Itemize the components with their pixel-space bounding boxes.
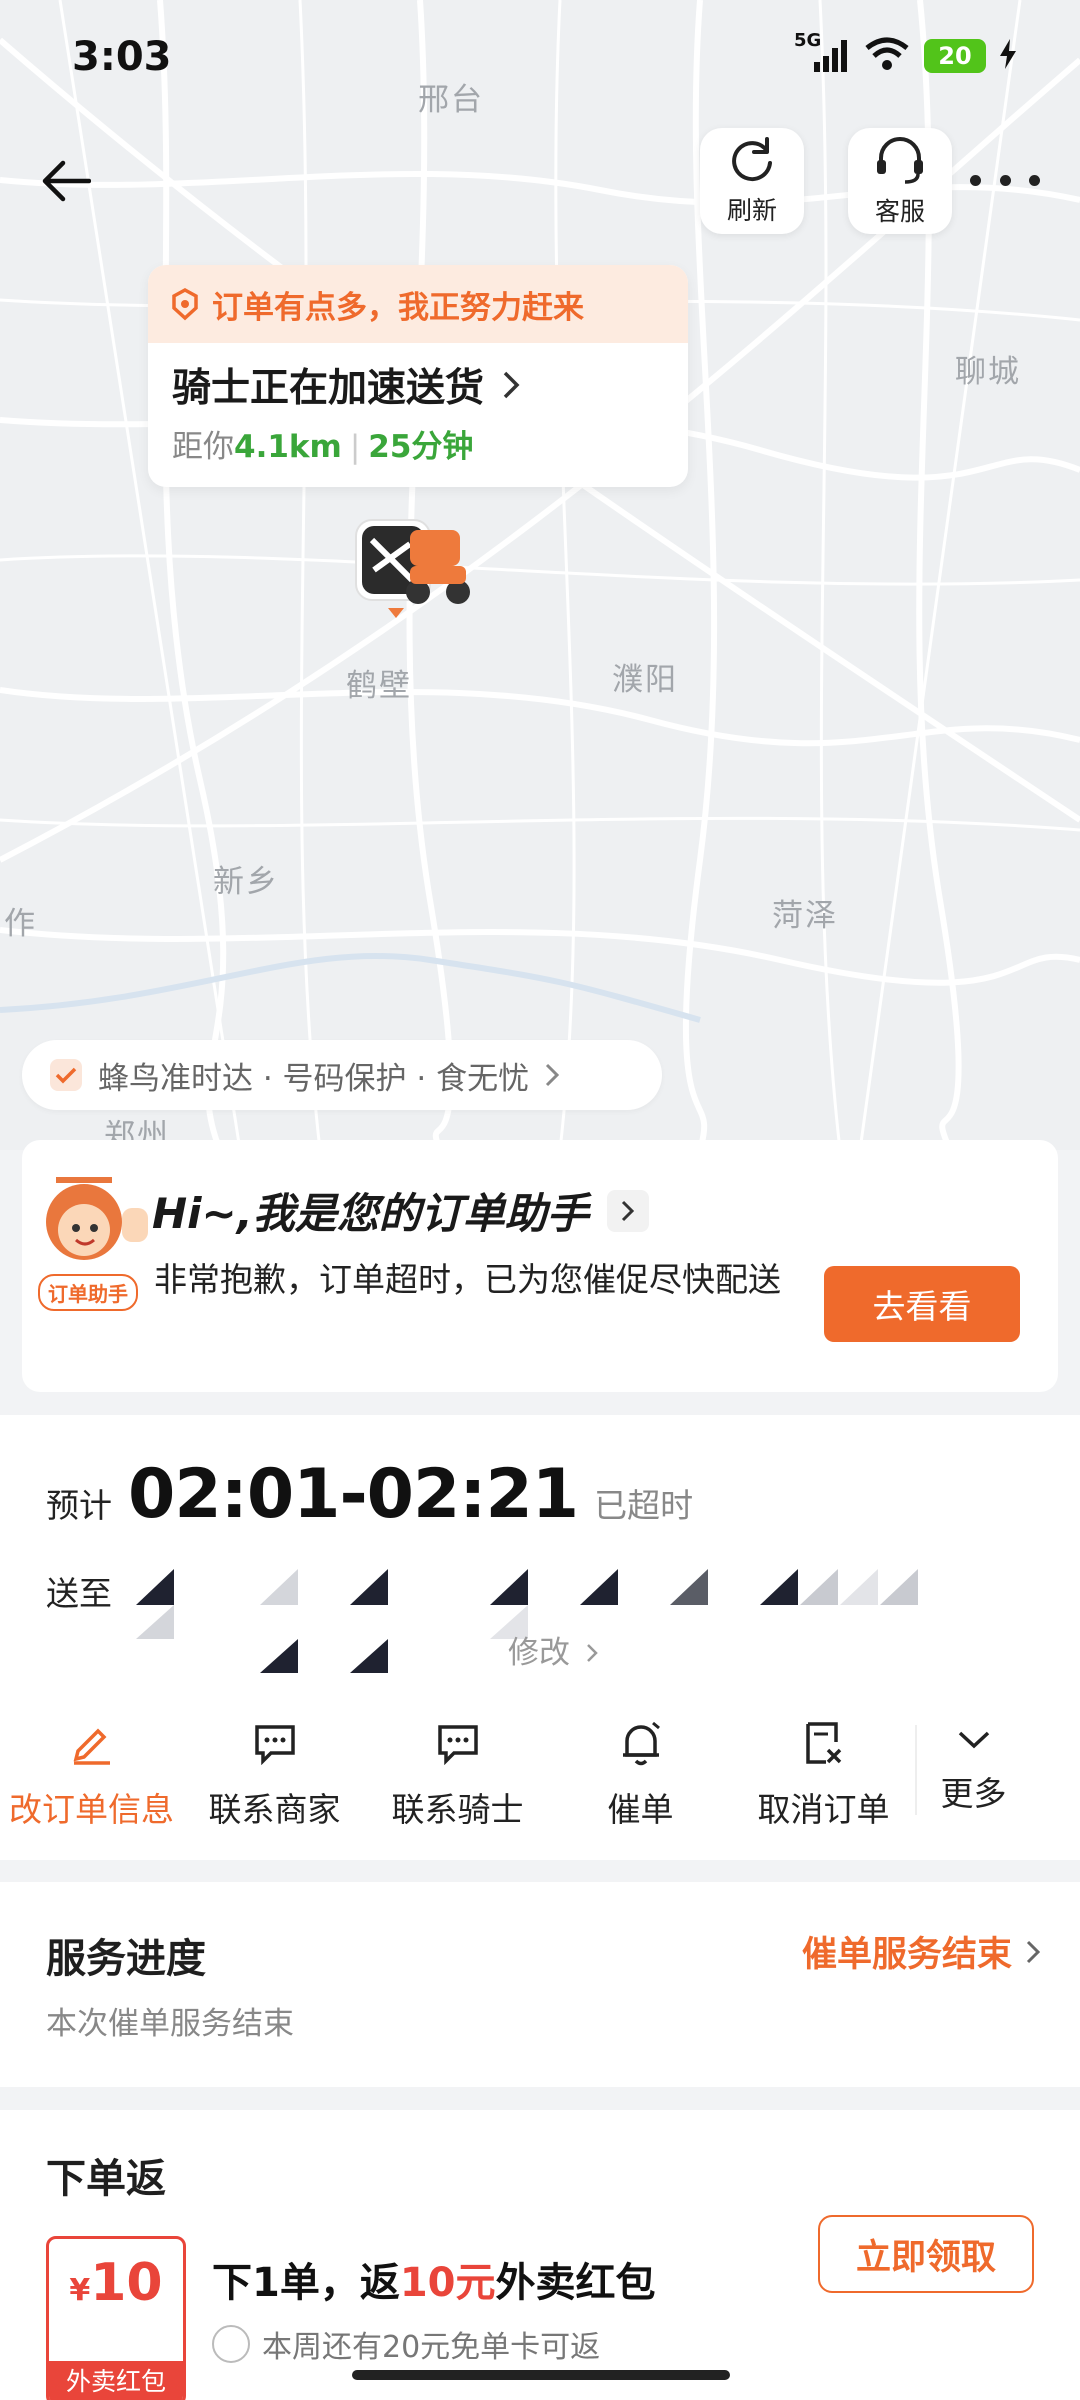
city-label: 作	[4, 906, 37, 942]
service-title: 服务进度	[46, 1936, 206, 1982]
rider-banner-text: 订单有点多，我正努力赶来	[212, 289, 584, 326]
more-actions-button[interactable]: 更多	[915, 1725, 1030, 1815]
chevron-right-icon	[1026, 1940, 1040, 1963]
urge-order-label: 催单	[607, 1790, 674, 1829]
assistant-message: 非常抱歉，订单超时，已为您催促尽快配送	[154, 1260, 781, 1299]
late-status: 已超时	[594, 1486, 694, 1525]
assistant-badge: 订单助手	[38, 1274, 138, 1311]
coupon-amount: ¥10	[49, 2253, 183, 2313]
city-label: 菏泽	[772, 898, 838, 934]
distance-value: 4.1km	[234, 429, 342, 465]
urge-order-button[interactable]: 催单	[549, 1715, 732, 1845]
reward-note[interactable]: 本周还有20元免单卡可返	[212, 2322, 600, 2366]
headset-icon	[877, 137, 923, 184]
contact-rider-label: 联系骑士	[391, 1790, 524, 1829]
more-options-button[interactable]	[970, 160, 1040, 200]
rider-marker[interactable]	[352, 500, 480, 628]
chat-icon	[437, 1725, 478, 1765]
contact-rider-button[interactable]: 联系骑士	[366, 1715, 549, 1845]
rider-distance: 距你4.1km | 25分钟	[172, 421, 473, 466]
arrow-left-icon	[42, 160, 91, 202]
coupon-label: 外卖红包	[49, 2361, 183, 2400]
refresh-icon	[732, 137, 772, 182]
checkmark-icon	[50, 1059, 82, 1091]
coupon-currency: ¥	[69, 2273, 91, 2308]
status-bar: 3:03 5G 20	[0, 0, 1080, 110]
customer-service-button[interactable]: 客服	[848, 128, 952, 234]
reward-suffix: 外卖红包	[495, 2260, 656, 2306]
cancel-order-label: 取消订单	[757, 1790, 890, 1829]
badge-icon	[172, 288, 198, 321]
eta-minutes: 25分钟	[368, 429, 474, 465]
order-actions: 改订单信息 联系商家 联系骑士 催单 取消订单 更多	[0, 1715, 1080, 1845]
rider-status-card[interactable]: 订单有点多，我正努力赶来 骑士正在加速送货 距你4.1km | 25分钟	[148, 265, 688, 487]
service-subtitle: 本次催单服务结束	[46, 2006, 294, 2042]
chevron-right-icon	[503, 371, 520, 399]
claim-button[interactable]: 立即领取	[818, 2215, 1034, 2293]
coupon-value: 10	[90, 2253, 163, 2313]
battery-icon: 20	[924, 39, 986, 73]
chevron-right-icon	[546, 1063, 560, 1087]
cancel-document-icon	[805, 1722, 841, 1764]
reward-prefix: 下1单，返	[212, 2260, 400, 2306]
eta-label: 预计	[46, 1486, 112, 1525]
delivery-eta: 预计 02:01-02:21 已超时	[46, 1455, 693, 1534]
more-actions-label: 更多	[940, 1774, 1007, 1813]
rider-title: 骑士正在加速送货	[172, 357, 520, 413]
cellular-icon: 5G	[794, 30, 850, 76]
edit-order-label: 改订单信息	[9, 1790, 174, 1829]
coupon-card: ¥10 外卖红包	[46, 2236, 186, 2400]
contact-merchant-label: 联系商家	[208, 1790, 341, 1829]
service-status-text: 催单服务结束	[801, 1935, 1012, 1975]
rider-title-text: 骑士正在加速送货	[172, 366, 485, 411]
reward-amount: 10元	[399, 2260, 496, 2306]
eta-range: 02:01-02:21	[128, 1455, 579, 1534]
edit-address-link[interactable]: 修改	[508, 1627, 598, 1672]
rider-banner: 订单有点多，我正努力赶来	[148, 265, 688, 343]
home-indicator[interactable]	[352, 2370, 730, 2380]
rider-avatar-icon	[355, 519, 470, 618]
back-button[interactable]	[30, 145, 102, 217]
status-icons: 5G 20	[794, 30, 1016, 76]
assistant-title[interactable]: Hi~,我是您的订单助手	[152, 1180, 649, 1241]
reward-note-text: 本周还有20元免单卡可返	[262, 2330, 601, 2365]
reward-headline: 下1单，返10元外卖红包	[212, 2250, 656, 2308]
wifi-icon	[864, 36, 910, 76]
bell-icon	[622, 1721, 660, 1766]
city-label: 新乡	[213, 864, 279, 900]
reward-title: 下单返	[46, 2156, 166, 2202]
assistant-title-text: Hi~,我是您的订单助手	[152, 1189, 589, 1238]
clock: 3:03	[72, 34, 172, 80]
edit-order-button[interactable]: 改订单信息	[0, 1715, 183, 1845]
chevron-right-icon	[586, 1644, 598, 1662]
refresh-label: 刷新	[726, 196, 777, 225]
send-to-label: 送至	[46, 1574, 112, 1613]
distance-prefix: 距你	[172, 429, 234, 465]
assistant-avatar: 订单助手	[36, 1164, 158, 1314]
guarantee-bar[interactable]: 蜂鸟准时达 · 号码保护 · 食无忧	[22, 1040, 662, 1110]
edit-label: 修改	[508, 1635, 570, 1671]
charging-icon	[1000, 39, 1016, 73]
refresh-button[interactable]: 刷新	[700, 128, 804, 234]
contact-merchant-button[interactable]: 联系商家	[183, 1715, 366, 1845]
city-label: 濮阳	[612, 662, 678, 698]
guarantee-text: 蜂鸟准时达 · 号码保护 · 食无忧	[98, 1060, 530, 1097]
chevron-right-icon	[606, 1189, 649, 1232]
service-label: 客服	[874, 197, 925, 226]
order-assistant-card: 订单助手 Hi~,我是您的订单助手 非常抱歉，订单超时，已为您催促尽快配送 去看…	[22, 1140, 1058, 1392]
pencil-icon	[73, 1728, 110, 1765]
distance-separator: |	[349, 429, 361, 465]
order-info-section: 预计 02:01-02:21 已超时 送至 修改 改订单信息 联系商家 联系骑士…	[0, 1415, 1080, 1860]
city-label: 鹤壁	[346, 668, 412, 704]
radio-button[interactable]	[212, 2325, 250, 2363]
cancel-order-button[interactable]: 取消订单	[732, 1715, 915, 1845]
chat-icon	[254, 1725, 295, 1765]
city-label: 聊城	[955, 354, 1021, 390]
chevron-down-icon	[958, 1731, 989, 1749]
view-button[interactable]: 去看看	[824, 1266, 1020, 1342]
service-status: 催单服务结束	[802, 1926, 1040, 1977]
service-progress-section[interactable]: 服务进度 本次催单服务结束 催单服务结束	[0, 1882, 1080, 2087]
